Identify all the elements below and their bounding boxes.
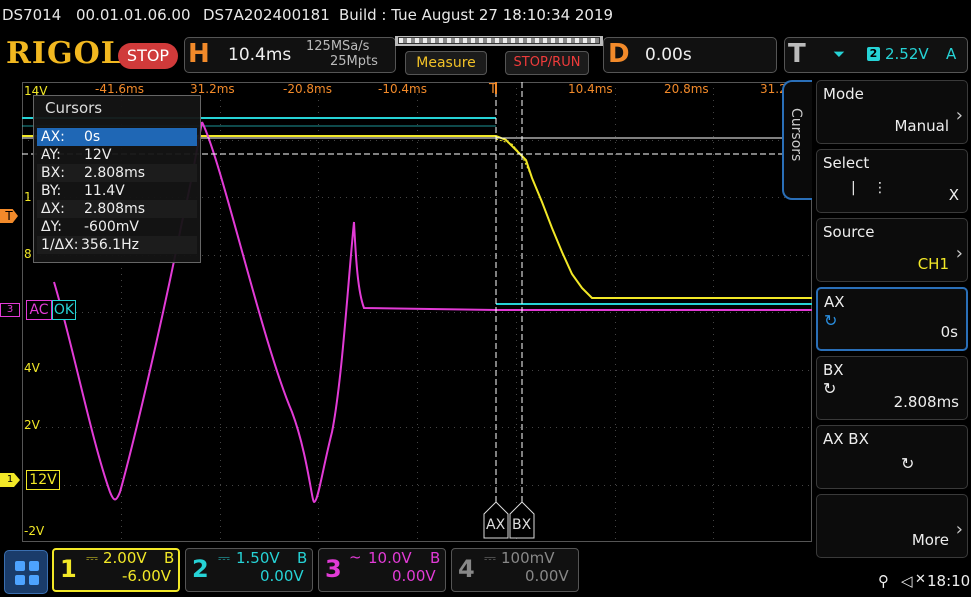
trigger-letter: T — [788, 39, 806, 69]
run-state-badge[interactable]: STOP — [118, 43, 178, 69]
cursor-row-by: BY: 11.4V — [41, 183, 125, 199]
volt-label: 1 — [24, 190, 32, 204]
ch3-bw-limit: B — [430, 549, 441, 567]
ch3-ac-coupling-icon: ~ — [349, 548, 362, 566]
ch3-coupling-badge: AC — [26, 300, 52, 320]
trigger-level-marker[interactable]: T — [0, 209, 18, 223]
ch3-marker[interactable]: 3 — [0, 303, 20, 317]
grid-apps-icon — [15, 561, 39, 585]
knob-rotate-icon: ↻ — [901, 454, 915, 473]
ch2-coupling-icon: ⎓ — [218, 549, 230, 567]
time-label: -20.8ms — [283, 82, 332, 96]
chevron-right-icon: › — [955, 105, 963, 126]
ch1-scale: 2.00V — [103, 549, 147, 567]
ch3-trace — [201, 121, 812, 504]
clock: 18:10 — [927, 572, 971, 590]
trigger-source-badge: 2 — [867, 47, 880, 61]
timebase-value: 10.4ms — [228, 45, 292, 65]
time-label: 20.8ms — [664, 82, 709, 96]
trigger-level: 2.52V — [885, 45, 929, 63]
ch2-bw-limit: B — [297, 549, 308, 567]
menu-bx[interactable]: BX ↻ 2.808ms — [816, 356, 968, 420]
ch1-coupling-icon: ⎓ — [86, 549, 98, 567]
time-label: -41.6ms — [95, 82, 144, 96]
model-name: DS7014 — [2, 6, 62, 24]
select-line-icon: | — [851, 180, 856, 196]
chevron-right-icon: › — [955, 243, 963, 264]
sample-rate: 125MSa/s — [306, 39, 370, 54]
cursors-window-title: Cursors — [45, 99, 103, 117]
volt-label: 4V — [24, 361, 40, 375]
stop-run-button[interactable]: STOP/RUN — [505, 51, 589, 75]
trigger-slope-icon: ⏷ — [833, 45, 846, 63]
cursor-row-freq: 1/ΔX: 356.1Hz — [37, 236, 197, 254]
ch2-number: 2 — [192, 555, 209, 583]
cursor-row-bx: BX: 2.808ms — [37, 164, 197, 182]
trigger-mode: A — [946, 45, 957, 63]
ch1-offset: -6.00V — [122, 567, 172, 585]
ch1-level-badge: 12V — [26, 470, 60, 490]
menu-source[interactable]: Source CH1 › — [816, 218, 968, 282]
cursor-row-dx: ΔX: 2.808ms — [37, 200, 197, 218]
volt-label: 2V — [24, 418, 40, 432]
ch3-offset: 0.00V — [392, 567, 436, 585]
info-line: DS7014 00.01.01.06.00 DS7A202400181 Buil… — [0, 0, 971, 30]
ch2-status-badge: OK — [52, 300, 76, 320]
cursor-row-ay: AY: 12V — [41, 147, 112, 163]
measure-button[interactable]: Measure — [405, 51, 487, 75]
ch3-number: 3 — [325, 555, 342, 583]
usb-icon: ⚲ — [878, 572, 889, 590]
rigol-logo: RIGOL — [6, 36, 123, 71]
ch4-number: 4 — [458, 555, 475, 583]
time-label: 10.4ms — [568, 82, 613, 96]
status-bar: RIGOL STOP H 10.4ms 125MSa/s 25Mpts Meas… — [0, 33, 971, 77]
trigger-position-icon[interactable]: T — [489, 82, 497, 97]
delay-letter: D — [608, 39, 630, 69]
home-button[interactable] — [4, 550, 48, 594]
ch2-offset: 0.00V — [260, 567, 304, 585]
knob-rotate-icon: ↻ — [824, 311, 838, 330]
ch4-offset: 0.00V — [525, 567, 569, 585]
menu-select[interactable]: Select | ⋮ X — [816, 149, 968, 213]
menu-axbx[interactable]: AX BX ↻ — [816, 425, 968, 489]
menu-more[interactable]: More › — [816, 494, 968, 558]
ch1-trace-dots — [495, 138, 535, 183]
time-label: -10.4ms — [378, 82, 427, 96]
cursor-row-ax: AX: 0s — [37, 128, 197, 146]
memory-depth: 25Mpts — [330, 54, 378, 69]
ch3-scale: 10.0V — [368, 549, 412, 567]
ch4-coupling-icon: ⎓ — [484, 549, 496, 567]
horizontal-letter: H — [188, 39, 210, 69]
menu-mode[interactable]: Mode Manual › — [816, 80, 968, 144]
cursor-b-tag[interactable]: BX — [512, 517, 531, 533]
ch1-marker[interactable]: 1 — [0, 473, 20, 487]
ch4-scale: 100mV — [501, 549, 555, 567]
knob-rotate-icon: ↻ — [823, 379, 837, 398]
build-info: Build : Tue August 27 18:10:34 2019 — [339, 6, 614, 24]
ch1-number: 1 — [60, 555, 77, 583]
ch1-bw-limit: B — [164, 549, 175, 567]
cursor-row-dy: ΔY: -600mV — [41, 219, 139, 235]
delay-value: 0.00s — [645, 45, 692, 65]
chevron-right-icon: › — [955, 519, 963, 540]
volt-label: 8 — [24, 247, 32, 261]
memory-window[interactable] — [398, 37, 600, 44]
cursor-a-tag[interactable]: AX — [486, 517, 505, 533]
mute-icon: ✕ — [915, 572, 926, 587]
menu-tab-label: Cursors — [788, 108, 804, 162]
volt-label: -2V — [24, 524, 45, 538]
ch2-scale: 1.50V — [236, 549, 280, 567]
speaker-icon[interactable]: ◁ — [901, 572, 913, 590]
uptime: 00.01.01.06.00 — [76, 6, 191, 24]
menu-ax[interactable]: AX ↻ 0s — [816, 287, 968, 351]
select-dash-icon: ⋮ — [873, 180, 887, 196]
serial-number: DS7A202400181 — [203, 6, 330, 24]
time-label: 31.2ms — [190, 82, 235, 96]
